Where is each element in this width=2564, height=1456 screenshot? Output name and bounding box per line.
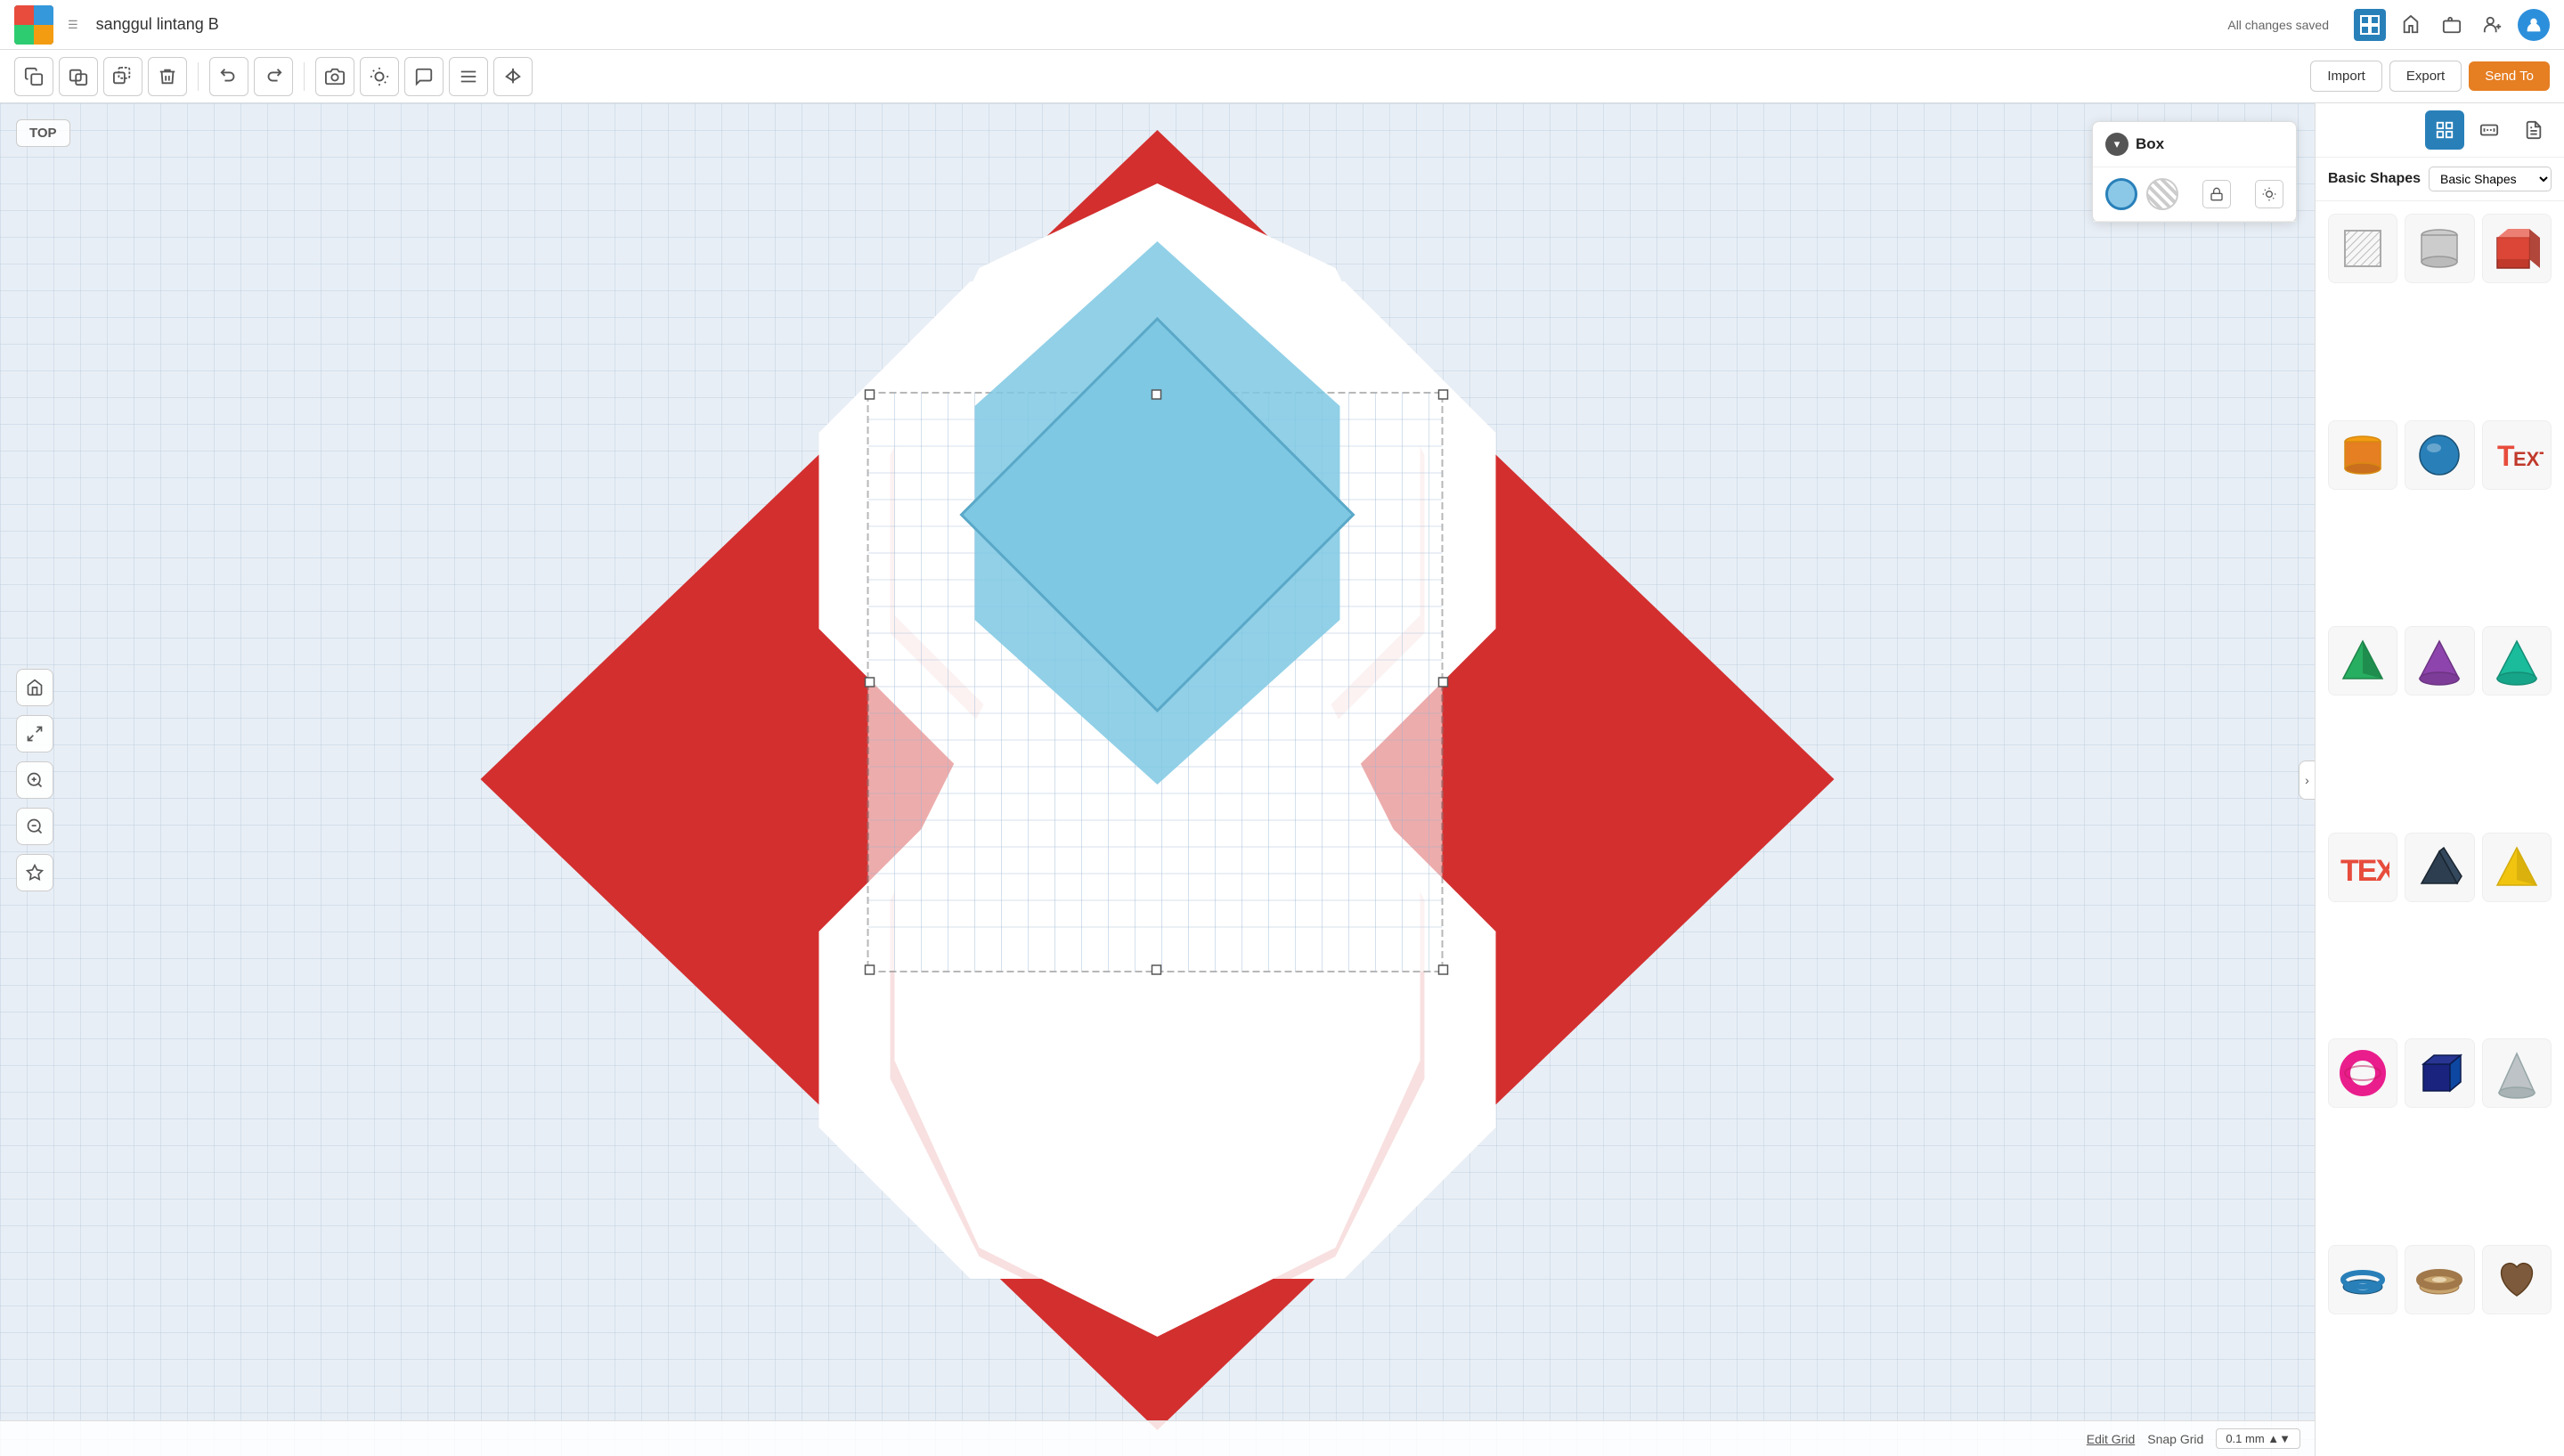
shapes-grid: T EXT <box>2316 201 2564 1456</box>
speech-button[interactable] <box>404 57 444 96</box>
add-person-btn[interactable] <box>2477 9 2509 41</box>
undo-button[interactable] <box>209 57 248 96</box>
app-logo <box>14 5 53 45</box>
notes-sidebar-btn[interactable] <box>2514 110 2553 150</box>
right-sidebar: Basic Shapes Basic Shapes Text & Numbers… <box>2315 103 2564 1456</box>
toolbar-right-actions: Import Export Send To <box>2310 61 2550 92</box>
grid-shapes-btn[interactable] <box>2425 110 2464 150</box>
shape-prism-blue[interactable] <box>2405 833 2474 902</box>
svg-text:EXT: EXT <box>2513 448 2544 470</box>
shapes-panel-header: Basic Shapes Basic Shapes Text & Numbers… <box>2316 158 2564 201</box>
briefcase-btn[interactable] <box>2436 9 2468 41</box>
solid-color-btn[interactable] <box>2105 178 2137 210</box>
hole-color-btn[interactable] <box>2146 178 2178 210</box>
snap-grid-value[interactable]: 0.1 mm ▲▼ <box>2216 1428 2300 1449</box>
shape-box-red[interactable] <box>2482 214 2552 283</box>
svg-text:TEXT: TEXT <box>2340 854 2389 888</box>
shape-cone-gray[interactable] <box>2482 1038 2552 1108</box>
topbar: ☰ sanggul lintang B All changes saved <box>0 0 2564 50</box>
shape-cylinder-gray[interactable] <box>2405 214 2474 283</box>
canvas-area[interactable]: TOP <box>0 103 2315 1456</box>
light-props-btn[interactable] <box>2255 180 2283 208</box>
hammer-btn[interactable] <box>2395 9 2427 41</box>
shape-cone-purple[interactable] <box>2405 626 2474 695</box>
sendto-button[interactable]: Send To <box>2469 61 2550 91</box>
shape-torus-pink[interactable] <box>2328 1038 2397 1108</box>
document-title[interactable]: sanggul lintang B <box>96 15 219 34</box>
props-collapse-btn[interactable]: ▾ <box>2105 133 2129 156</box>
shape-pyramid-green[interactable] <box>2328 626 2397 695</box>
properties-panel: ▾ Box <box>2092 121 2297 223</box>
redo-button[interactable] <box>254 57 293 96</box>
export-button[interactable]: Export <box>2389 61 2462 92</box>
svg-text:T: T <box>2497 440 2515 472</box>
import-button[interactable]: Import <box>2310 61 2382 92</box>
shape-text3d-red[interactable]: TEXT <box>2328 833 2397 902</box>
toolbar-separator-2 <box>304 62 305 91</box>
main-area: TOP <box>0 103 2564 1456</box>
duplicate-button[interactable] <box>103 57 142 96</box>
shape-pyramid-yellow[interactable] <box>2482 833 2552 902</box>
lock-btn[interactable] <box>2202 180 2231 208</box>
delete-button[interactable] <box>148 57 187 96</box>
bottom-bar: Edit Grid Snap Grid 0.1 mm ▲▼ <box>0 1420 2315 1456</box>
shape-cylinder-orange[interactable] <box>2328 420 2397 490</box>
grid-view-btn[interactable] <box>2354 9 2386 41</box>
props-colors-row <box>2093 167 2296 222</box>
sidebar-top-icons <box>2316 103 2564 158</box>
shape-torus-blue[interactable] <box>2328 1245 2397 1314</box>
shape-heart-brown[interactable] <box>2482 1245 2552 1314</box>
shape-box-striped[interactable] <box>2328 214 2397 283</box>
shape-cone-teal[interactable] <box>2482 626 2552 695</box>
ruler-sidebar-btn[interactable] <box>2470 110 2509 150</box>
canvas-svg <box>0 103 2315 1456</box>
camera-button[interactable] <box>315 57 354 96</box>
autosave-status: All changes saved <box>2227 18 2329 32</box>
toolbar: Import Export Send To <box>0 50 2564 103</box>
paste-button[interactable] <box>59 57 98 96</box>
mirror-button[interactable] <box>493 57 533 96</box>
light-button[interactable] <box>360 57 399 96</box>
shapes-category-dropdown[interactable]: Basic Shapes Text & Numbers Connectors A… <box>2429 167 2552 191</box>
shape-text-red[interactable]: T EXT <box>2482 420 2552 490</box>
shape-cube-darkblue[interactable] <box>2405 1038 2474 1108</box>
snap-grid-label: Snap Grid <box>2147 1432 2203 1446</box>
toolbar-separator <box>198 62 199 91</box>
props-shape-title: Box <box>2136 135 2164 153</box>
edit-grid-link[interactable]: Edit Grid <box>2087 1432 2135 1446</box>
shapes-panel-title: Basic Shapes <box>2328 171 2421 187</box>
hamburger-icon: ☰ <box>68 18 78 32</box>
header-right-icons <box>2354 9 2550 41</box>
expand-sidebar-btn[interactable]: › <box>2299 761 2315 800</box>
avatar-btn[interactable] <box>2518 9 2550 41</box>
shape-sphere-blue[interactable] <box>2405 420 2474 490</box>
align-button[interactable] <box>449 57 488 96</box>
copy-button[interactable] <box>14 57 53 96</box>
shape-donut-tan[interactable] <box>2405 1245 2474 1314</box>
props-header: ▾ Box <box>2093 122 2296 167</box>
